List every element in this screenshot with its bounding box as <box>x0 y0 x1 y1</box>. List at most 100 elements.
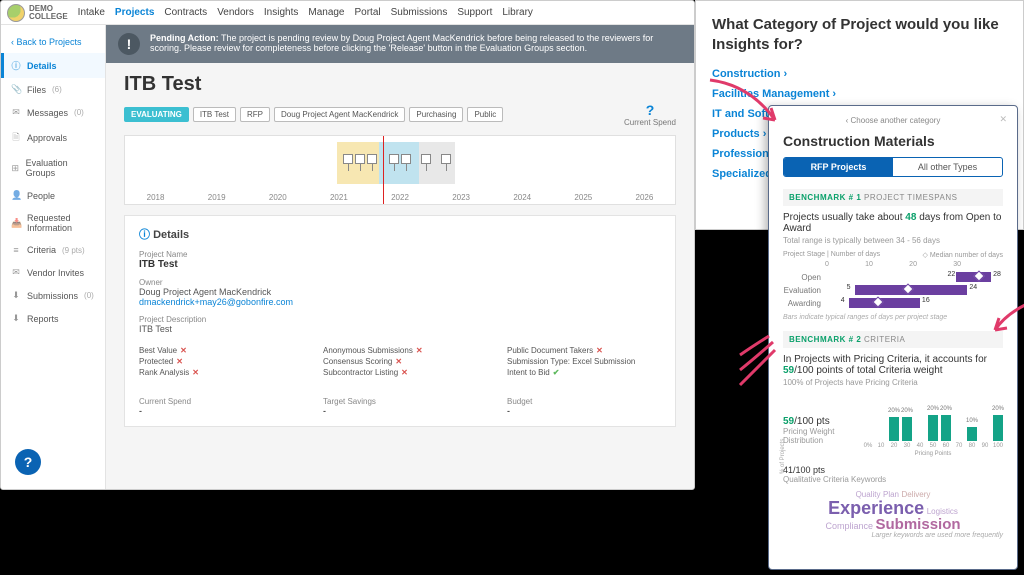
option-rank-analysis: Rank Analysis✕ <box>139 368 293 377</box>
option-public-document-takers: Public Document Takers✕ <box>507 346 661 355</box>
milestone-icon[interactable] <box>355 154 365 164</box>
tab-rfp-projects[interactable]: RFP Projects <box>784 158 893 176</box>
stage-row-open: Open2228 <box>783 272 1003 282</box>
sidebar-icon: 📥 <box>11 218 21 229</box>
alert-title: Pending Action: <box>150 33 219 43</box>
benchmark-1-header: BENCHMARK # 1 PROJECT TIMESPANS <box>783 189 1003 206</box>
tag-row: EVALUATING ITB Test RFP Doug Project Age… <box>106 102 694 135</box>
details-heading: Details <box>139 226 661 242</box>
tag-name[interactable]: ITB Test <box>193 107 236 122</box>
owner-name: Doug Project Agent MacKendrick <box>139 287 661 297</box>
sidebar-item-messages[interactable]: ✉Messages (0) <box>1 101 105 124</box>
sidebar-icon: ≡ <box>11 245 21 255</box>
options-grid: Best Value✕ Protected✕ Rank Analysis✕ Anony… <box>139 344 661 379</box>
main-content: ! Pending Action: The project is pending… <box>106 25 694 489</box>
nav-projects[interactable]: Projects <box>115 7 154 18</box>
nav-vendors[interactable]: Vendors <box>217 7 254 18</box>
project-type-tabs: RFP Projects All other Types <box>783 157 1003 177</box>
keyword-cloud: Quality Plan Delivery Experience Logisti… <box>783 490 1003 532</box>
details-card: Details Project Name ITB Test Owner Doug… <box>124 215 676 427</box>
benchmark-1-statement: Projects usually take about 48 days from… <box>783 212 1003 234</box>
milestone-icon[interactable] <box>367 154 377 164</box>
insights-detail-panel: ‹ Choose another category ✕ Construction… <box>768 105 1018 570</box>
budget-value: - <box>507 406 661 416</box>
top-nav: DEMO COLLEGE Intake Projects Contracts V… <box>1 1 694 25</box>
choose-another-category-link[interactable]: ‹ Choose another category <box>783 116 1003 125</box>
org-logo: DEMO COLLEGE <box>7 4 68 22</box>
sidebar-icon: ⬇ <box>11 313 21 324</box>
benchmark-2-header: BENCHMARK # 2 CRITERIA <box>783 331 1003 348</box>
sidebar-icon: ✉ <box>11 267 21 278</box>
sidebar-item-reports[interactable]: ⬇Reports <box>1 307 105 330</box>
sidebar-item-requested-information[interactable]: 📥Requested Information <box>1 207 105 239</box>
sidebar-icon: ⊞ <box>11 163 20 174</box>
tag-visibility[interactable]: Public <box>467 107 503 122</box>
pricing-ratio: 59/100 pts <box>783 416 853 427</box>
tag-owner[interactable]: Doug Project Agent MacKendrick <box>274 107 405 122</box>
back-to-projects-link[interactable]: ‹ Back to Projects <box>1 31 105 53</box>
milestone-icon[interactable] <box>401 154 411 164</box>
option-intent-to-bid: Intent to Bid✔ <box>507 368 661 377</box>
milestone-icon[interactable] <box>343 154 353 164</box>
category-construction[interactable]: Construction <box>712 68 1007 80</box>
sidebar-icon: 🗎 <box>11 130 21 146</box>
sidebar-icon: ✉ <box>11 107 21 118</box>
nav-manage[interactable]: Manage <box>308 7 344 18</box>
tab-all-other-types[interactable]: All other Types <box>893 158 1002 176</box>
target-savings-value: - <box>323 406 477 416</box>
qualitative-ratio: 41/100 pts <box>783 465 1003 475</box>
nav-portal[interactable]: Portal <box>355 7 381 18</box>
sidebar-icon: 📎 <box>11 84 21 95</box>
project-name: ITB Test <box>139 259 661 270</box>
category-facilities-management[interactable]: Facilities Management <box>712 88 1007 100</box>
option-submission-type-excel-submission: Submission Type: Excel Submission <box>507 357 661 366</box>
project-timeline[interactable]: 201820192020202120222023202420252026 <box>124 135 676 205</box>
logo-icon <box>7 4 25 22</box>
alert-body: The project is pending review by Doug Pr… <box>150 33 653 53</box>
sidebar-item-approvals[interactable]: 🗎Approvals <box>1 124 105 152</box>
app-window: DEMO COLLEGE Intake Projects Contracts V… <box>0 0 695 490</box>
milestone-icon[interactable] <box>441 154 451 164</box>
help-button[interactable]: ? <box>15 449 41 475</box>
nav-submissions[interactable]: Submissions <box>391 7 448 18</box>
sidebar-item-evaluation-groups[interactable]: ⊞Evaluation Groups <box>1 152 105 184</box>
alert-icon: ! <box>118 33 140 55</box>
sidebar-icon: ⬇ <box>11 290 21 301</box>
benchmark-2-statement: In Projects with Pricing Criteria, it ac… <box>783 354 1003 376</box>
stage-row-evaluation: Evaluation524 <box>783 285 1003 295</box>
insights-heading: What Category of Project would you like … <box>712 15 1007 54</box>
nav-insights[interactable]: Insights <box>264 7 298 18</box>
tag-type[interactable]: RFP <box>240 107 270 122</box>
stage-row-awarding: Awarding416 <box>783 298 1003 308</box>
page-title: ITB Test <box>106 63 694 102</box>
milestone-icon[interactable] <box>421 154 431 164</box>
project-description: ITB Test <box>139 324 661 334</box>
nav-intake[interactable]: Intake <box>78 7 105 18</box>
sidebar: ‹ Back to Projects ⓘDetails 📎Files (6)✉M… <box>1 25 106 489</box>
pending-action-banner: ! Pending Action: The project is pending… <box>106 25 694 63</box>
option-protected: Protected✕ <box>139 357 293 366</box>
question-icon: ? <box>624 102 676 118</box>
current-spend-value: - <box>139 406 293 416</box>
nav-library[interactable]: Library <box>502 7 533 18</box>
nav-contracts[interactable]: Contracts <box>164 7 207 18</box>
current-spend-help[interactable]: ? Current Spend <box>624 102 676 127</box>
nav-support[interactable]: Support <box>457 7 492 18</box>
milestone-icon[interactable] <box>389 154 399 164</box>
sidebar-item-vendor-invites[interactable]: ✉Vendor Invites <box>1 261 105 284</box>
close-icon[interactable]: ✕ <box>999 114 1007 125</box>
insights-detail-title: Construction Materials <box>783 133 1003 149</box>
logo-text-2: COLLEGE <box>29 13 68 21</box>
sidebar-item-details[interactable]: ⓘDetails <box>1 53 105 78</box>
tag-status[interactable]: EVALUATING <box>124 107 189 122</box>
sidebar-item-files[interactable]: 📎Files (6) <box>1 78 105 101</box>
sidebar-item-criteria[interactable]: ≡Criteria (9 pts) <box>1 239 105 261</box>
timespan-chart: Open2228 Evaluation524 Awarding416 <box>783 272 1003 308</box>
sidebar-item-people[interactable]: 👤People <box>1 184 105 207</box>
tag-dept[interactable]: Purchasing <box>409 107 463 122</box>
owner-email-link[interactable]: dmackendrick+may26@gobonfire.com <box>139 297 661 307</box>
option-best-value: Best Value✕ <box>139 346 293 355</box>
option-anonymous-submissions: Anonymous Submissions✕ <box>323 346 477 355</box>
option-consensus-scoring: Consensus Scoring✕ <box>323 357 477 366</box>
sidebar-item-submissions[interactable]: ⬇Submissions (0) <box>1 284 105 307</box>
